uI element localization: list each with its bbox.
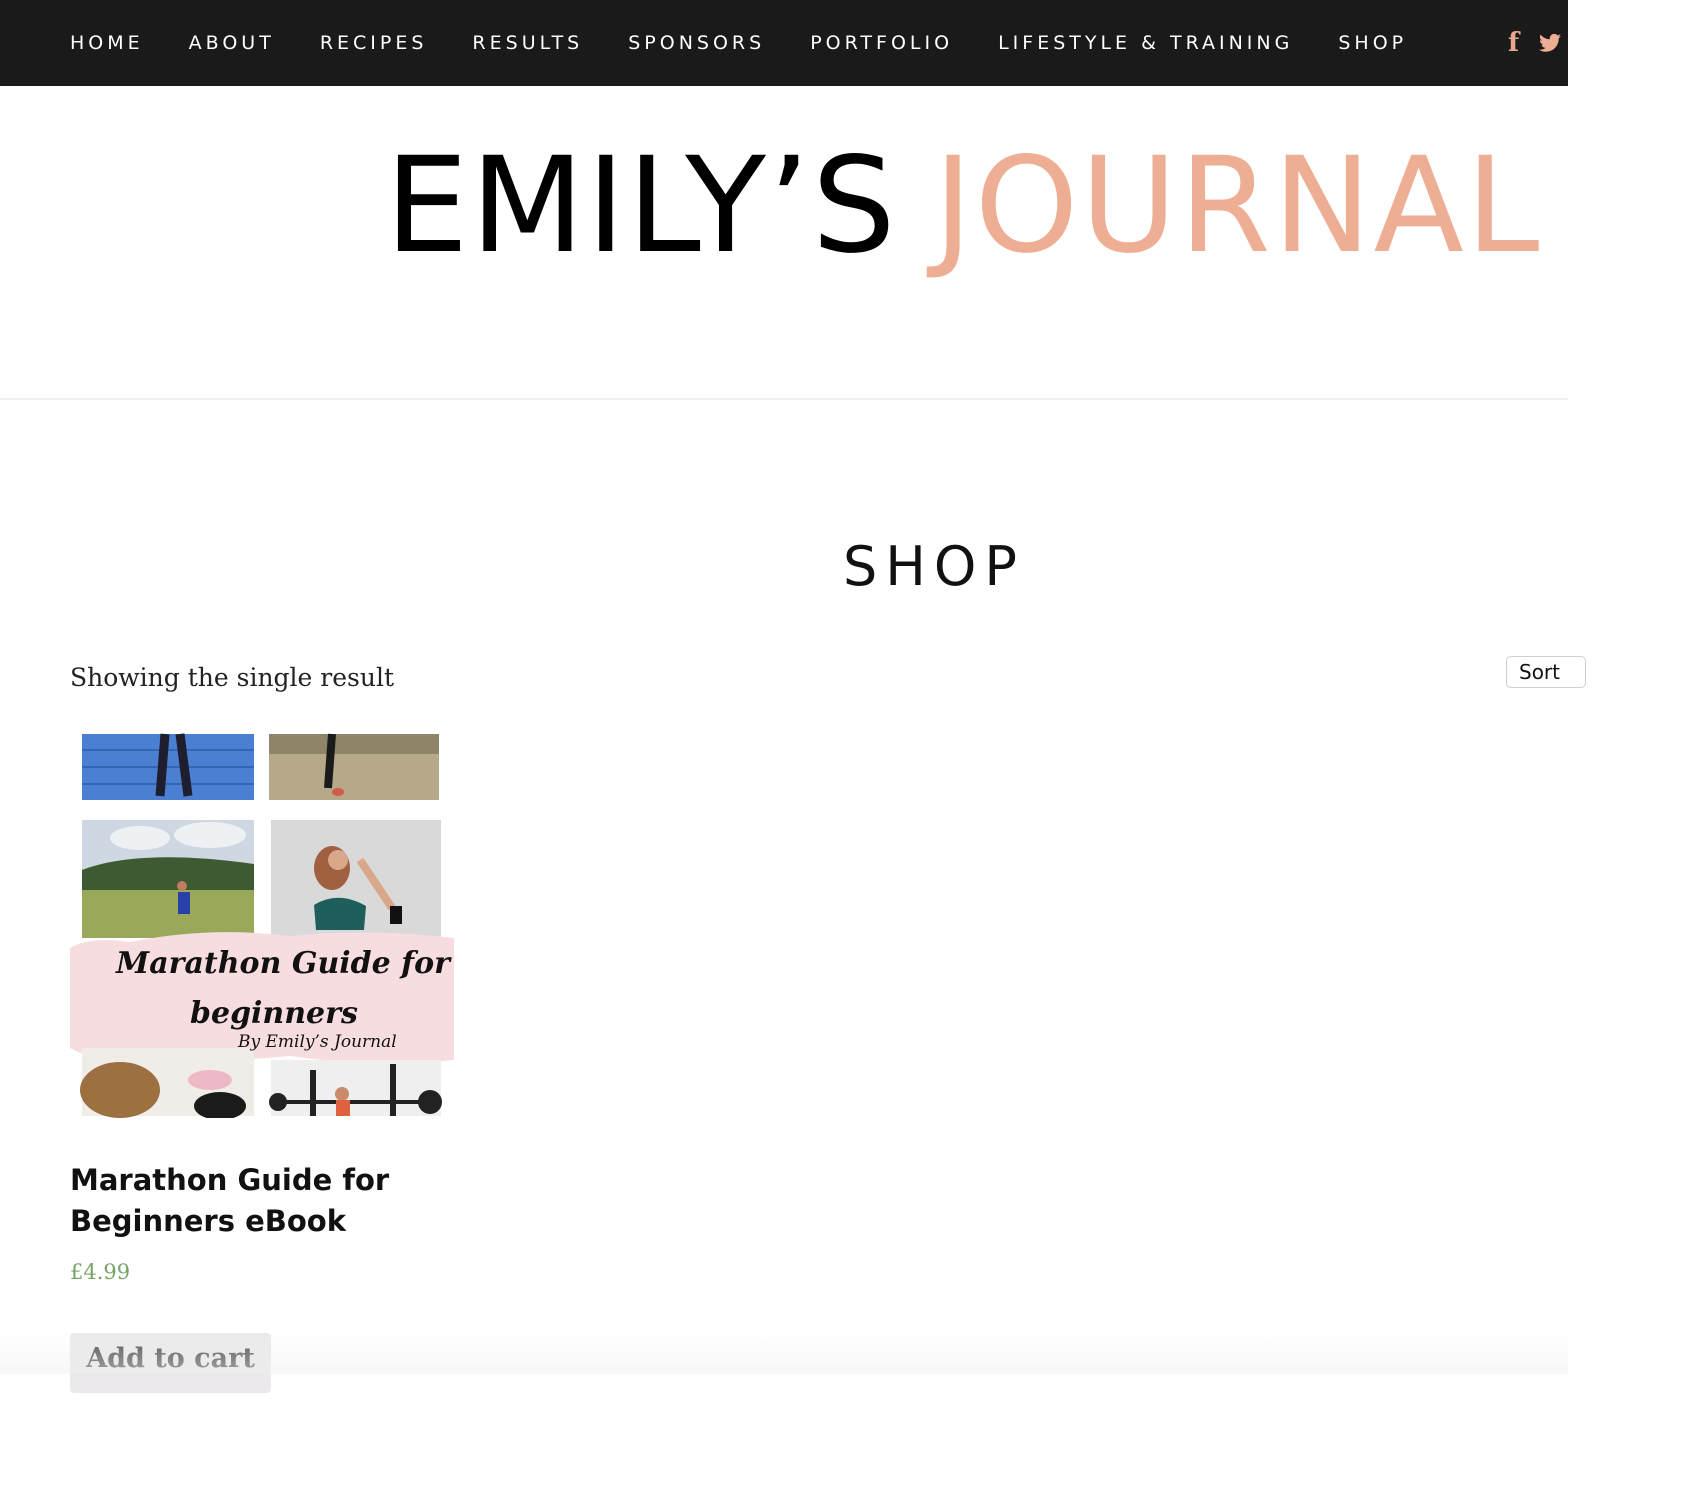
logo-text-journal: JOURNAL	[933, 129, 1542, 283]
top-navigation: HOME ABOUT RECIPES RESULTS SPONSORS PORT…	[0, 0, 1568, 86]
site-logo[interactable]: EMILY’S JOURNAL	[385, 140, 1541, 272]
social-links: f	[1508, 0, 1562, 86]
product-title[interactable]: Marathon Guide for Beginners eBook	[70, 1160, 450, 1242]
add-to-cart-button[interactable]: Add to cart	[70, 1333, 271, 1393]
product-collage	[70, 733, 454, 1118]
product-price: £4.99	[70, 1260, 131, 1284]
nav-item-portfolio[interactable]: PORTFOLIO	[810, 32, 953, 54]
cover-byline: By Emily’s Journal	[238, 1032, 397, 1052]
twitter-icon[interactable]	[1539, 33, 1562, 53]
nav-item-results[interactable]: RESULTS	[472, 32, 583, 54]
product-image[interactable]: Marathon Guide for beginners By Emily’s …	[70, 730, 454, 1118]
nav-item-lifestyle-training[interactable]: LIFESTYLE & TRAINING	[998, 32, 1293, 54]
result-count: Showing the single result	[70, 663, 394, 692]
cover-title-line2: beginners	[190, 996, 358, 1031]
facebook-icon[interactable]: f	[1508, 28, 1519, 58]
sort-dropdown[interactable]: Sort	[1506, 656, 1586, 688]
nav-item-sponsors[interactable]: SPONSORS	[628, 32, 765, 54]
nav-item-home[interactable]: HOME	[70, 32, 144, 54]
logo-text-emilys: EMILY’S	[385, 129, 898, 283]
nav-item-about[interactable]: ABOUT	[189, 32, 275, 54]
nav-menu: HOME ABOUT RECIPES RESULTS SPONSORS PORT…	[70, 0, 1452, 86]
cover-title-line1: Marathon Guide for	[116, 946, 450, 981]
nav-item-shop[interactable]: SHOP	[1338, 32, 1407, 54]
header-divider	[0, 398, 1568, 400]
nav-item-recipes[interactable]: RECIPES	[320, 32, 428, 54]
page-title: SHOP	[843, 535, 1025, 598]
